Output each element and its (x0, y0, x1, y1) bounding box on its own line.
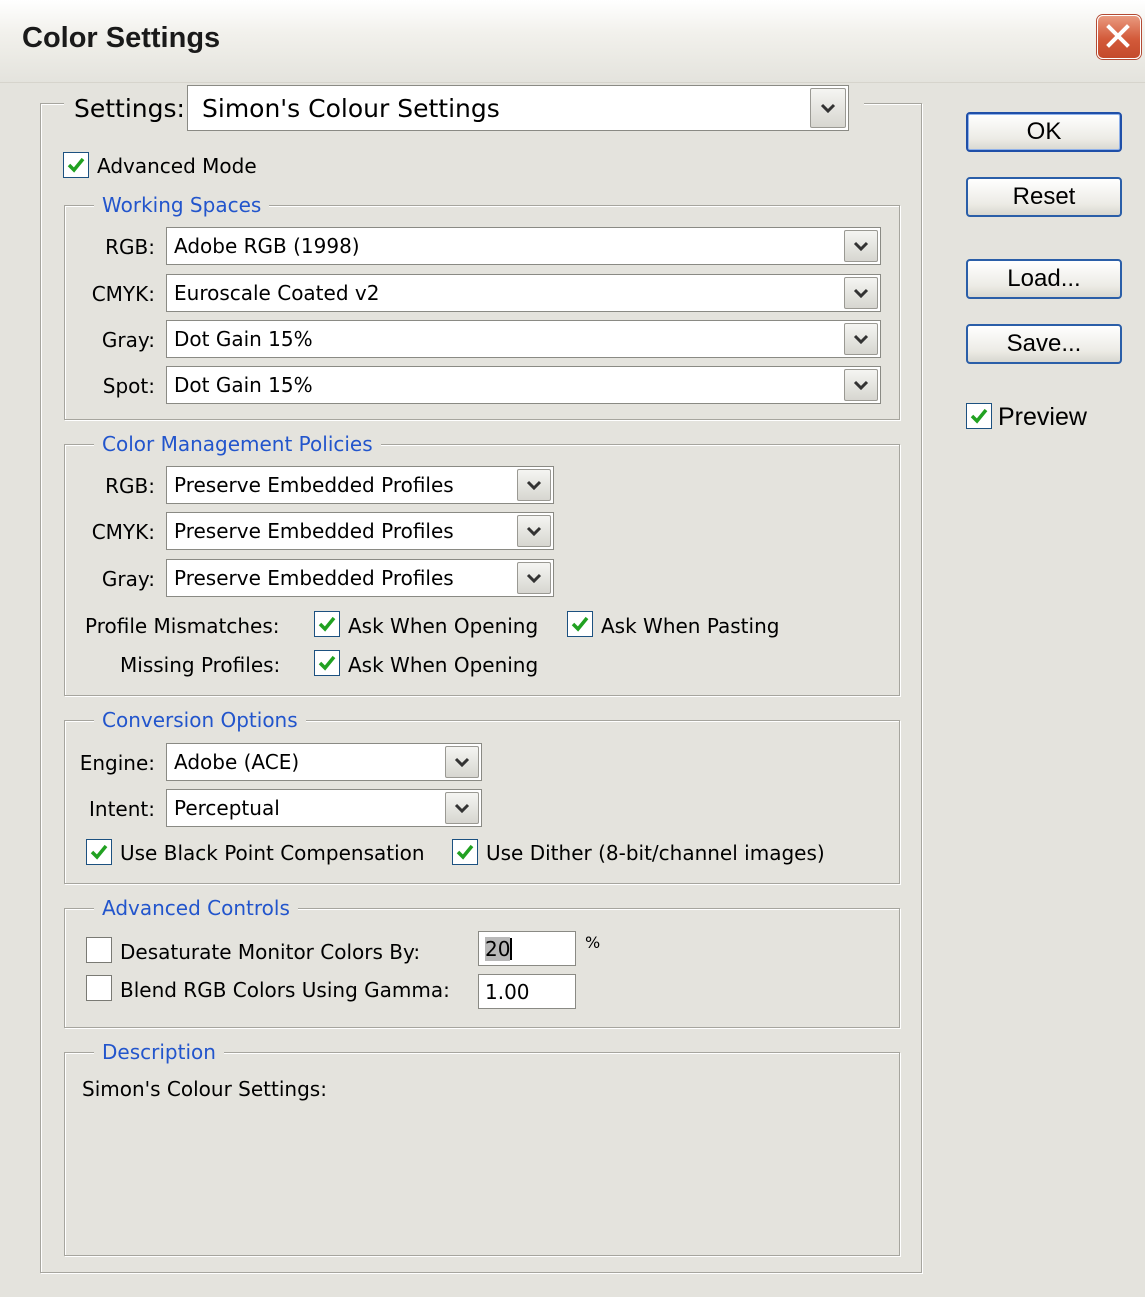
desaturate-input[interactable]: 20 (478, 931, 576, 966)
black-point-label: Use Black Point Compensation (120, 841, 425, 865)
chevron-down-icon[interactable] (517, 562, 551, 594)
engine-value: Adobe (ACE) (174, 750, 300, 774)
mismatch-ask-pasting-checkbox[interactable] (567, 611, 593, 637)
ws-rgb-value: Adobe RGB (1998) (174, 234, 360, 258)
blend-gamma-label: Blend RGB Colors Using Gamma: (120, 978, 450, 1002)
desaturate-label: Desaturate Monitor Colors By: (120, 940, 421, 964)
pol-rgb-label: RGB: (105, 474, 155, 498)
close-button[interactable] (1097, 15, 1141, 59)
ws-gray-value: Dot Gain 15% (174, 327, 313, 351)
pol-rgb-value: Preserve Embedded Profiles (174, 473, 454, 497)
pol-gray-dropdown[interactable]: Preserve Embedded Profiles (166, 559, 554, 597)
blend-gamma-value: 1.00 (485, 979, 530, 1004)
chevron-down-icon[interactable] (517, 469, 551, 501)
intent-value: Perceptual (174, 796, 280, 820)
ws-spot-dropdown[interactable]: Dot Gain 15% (166, 366, 881, 404)
save-button[interactable]: Save... (966, 324, 1122, 364)
preview-label: Preview (998, 403, 1087, 431)
settings-value: Simon's Colour Settings (202, 93, 500, 123)
checkmark-icon (90, 844, 108, 860)
settings-dropdown[interactable]: Simon's Colour Settings (187, 85, 849, 131)
working-spaces-legend: Working Spaces (94, 193, 270, 217)
preview-checkbox[interactable] (966, 403, 992, 429)
desaturate-unit: % (585, 933, 601, 952)
text-cursor (510, 937, 513, 960)
pol-cmyk-value: Preserve Embedded Profiles (174, 519, 454, 543)
chevron-down-icon[interactable] (517, 515, 551, 547)
dither-checkbox[interactable] (452, 839, 478, 865)
window-title: Color Settings (22, 22, 221, 54)
ws-gray-dropdown[interactable]: Dot Gain 15% (166, 320, 881, 358)
missing-ask-opening-checkbox[interactable] (314, 650, 340, 676)
settings-label: Settings: (74, 94, 185, 123)
checkmark-icon (318, 616, 336, 632)
chevron-down-icon[interactable] (844, 323, 878, 355)
checkmark-icon (318, 655, 336, 671)
desaturate-value: 20 (485, 936, 511, 961)
ws-gray-label: Gray: (101, 328, 155, 352)
dither-label: Use Dither (8-bit/channel images) (486, 841, 825, 865)
engine-dropdown[interactable]: Adobe (ACE) (166, 743, 482, 781)
blend-gamma-checkbox[interactable] (86, 975, 112, 1001)
ok-button[interactable]: OK (966, 112, 1122, 152)
advanced-controls-legend: Advanced Controls (94, 896, 298, 920)
pol-rgb-dropdown[interactable]: Preserve Embedded Profiles (166, 466, 554, 504)
pol-cmyk-label: CMYK: (91, 520, 155, 544)
desaturate-checkbox[interactable] (86, 937, 112, 963)
intent-dropdown[interactable]: Perceptual (166, 789, 482, 827)
mismatch-ask-pasting-label: Ask When Pasting (601, 614, 780, 638)
ws-cmyk-dropdown[interactable]: Euroscale Coated v2 (166, 274, 881, 312)
ws-rgb-label: RGB: (105, 235, 155, 259)
chevron-down-icon[interactable] (844, 369, 878, 401)
ws-rgb-dropdown[interactable]: Adobe RGB (1998) (166, 227, 881, 265)
mismatch-ask-opening-label: Ask When Opening (348, 614, 539, 638)
chevron-down-icon[interactable] (445, 746, 479, 778)
advanced-controls-group (64, 908, 900, 1028)
ws-spot-label: Spot: (102, 374, 155, 398)
missing-ask-opening-label: Ask When Opening (348, 653, 539, 677)
reset-button[interactable]: Reset (966, 177, 1122, 217)
black-point-checkbox[interactable] (86, 839, 112, 865)
pol-gray-label: Gray: (101, 567, 155, 591)
intent-label: Intent: (89, 797, 155, 821)
policies-legend: Color Management Policies (94, 432, 381, 456)
ws-spot-value: Dot Gain 15% (174, 373, 313, 397)
blend-gamma-input[interactable]: 1.00 (478, 974, 576, 1009)
pol-cmyk-dropdown[interactable]: Preserve Embedded Profiles (166, 512, 554, 550)
checkmark-icon (67, 157, 85, 173)
chevron-down-icon[interactable] (844, 277, 878, 309)
description-text: Simon's Colour Settings: (82, 1077, 327, 1101)
conversion-legend: Conversion Options (94, 708, 306, 732)
chevron-down-icon[interactable] (810, 88, 846, 128)
close-icon (1106, 24, 1130, 48)
checkmark-icon (970, 408, 988, 424)
advanced-mode-checkbox[interactable] (63, 152, 89, 178)
engine-label: Engine: (79, 751, 155, 775)
checkmark-icon (456, 844, 474, 860)
description-legend: Description (94, 1040, 224, 1064)
checkmark-icon (571, 616, 589, 632)
ws-cmyk-value: Euroscale Coated v2 (174, 281, 380, 305)
title-bar: Color Settings (0, 0, 1145, 83)
advanced-mode-label: Advanced Mode (97, 154, 257, 178)
mismatch-ask-opening-checkbox[interactable] (314, 611, 340, 637)
pol-gray-value: Preserve Embedded Profiles (174, 566, 454, 590)
chevron-down-icon[interactable] (844, 230, 878, 262)
missing-profiles-label: Missing Profiles: (120, 653, 281, 677)
chevron-down-icon[interactable] (445, 792, 479, 824)
profile-mismatches-label: Profile Mismatches: (85, 614, 280, 638)
load-button[interactable]: Load... (966, 259, 1122, 299)
ws-cmyk-label: CMYK: (91, 282, 155, 306)
